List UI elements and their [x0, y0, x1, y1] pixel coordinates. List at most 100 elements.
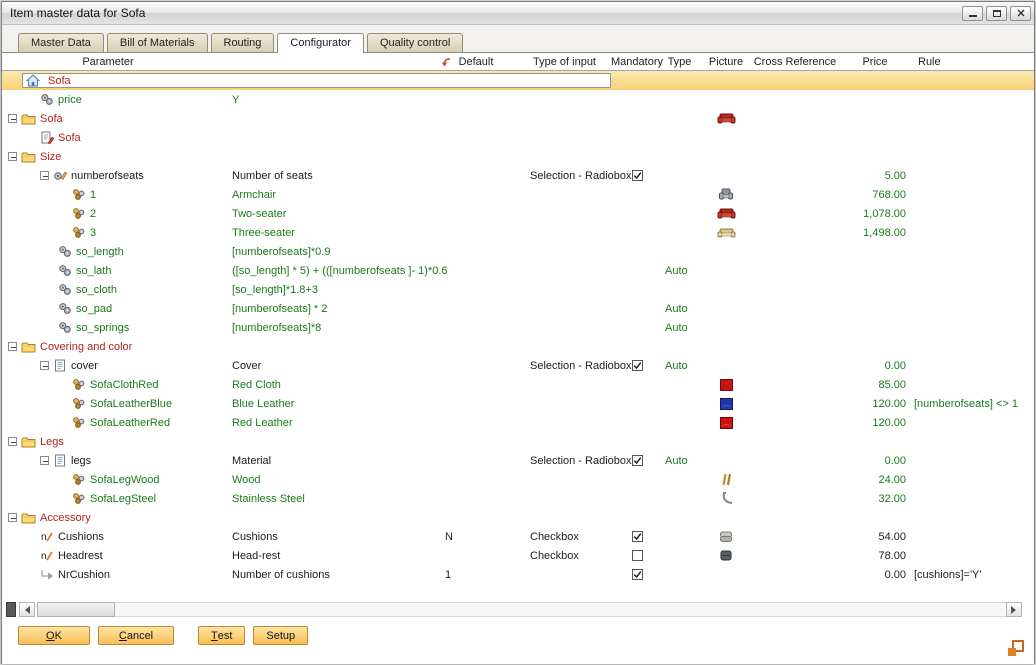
picture-cell: [702, 470, 750, 489]
rule-cell: [910, 90, 1034, 109]
maximize-button[interactable]: [986, 6, 1007, 21]
cancel-button[interactable]: Cancel: [98, 626, 174, 645]
tab-bill-of-materials[interactable]: Bill of Materials: [107, 33, 208, 52]
grid-row[interactable]: Covering and color: [2, 337, 1034, 356]
price-cell: 24.00: [840, 470, 910, 489]
grid-row[interactable]: SofaLegSteelStainless Steel32.00: [2, 489, 1034, 508]
column-header-mandatory[interactable]: Mandatory: [617, 56, 657, 68]
scrollbar-track[interactable]: [115, 602, 1006, 617]
price-cell: [840, 261, 910, 280]
checkbox-checked-icon[interactable]: [632, 455, 643, 466]
default-cell: [422, 451, 512, 470]
horizontal-scrollbar[interactable]: [6, 602, 1022, 617]
grid-row[interactable]: Sofa: [2, 128, 1034, 147]
grid-row[interactable]: Sofa: [2, 109, 1034, 128]
tab-routing[interactable]: Routing: [211, 33, 275, 52]
picture-cell: [702, 546, 750, 565]
tab-master-data[interactable]: Master Data: [18, 33, 104, 52]
column-header-default[interactable]: Default: [422, 56, 512, 68]
test-button[interactable]: Test: [198, 626, 245, 645]
price-value: 0.00: [885, 455, 906, 467]
grid-row[interactable]: SofaLeatherBlueBlue Leather120.00[number…: [2, 394, 1034, 413]
grid-row[interactable]: SofaLegWoodWood24.00: [2, 470, 1034, 489]
column-header-parameter[interactable]: Parameter: [2, 56, 214, 68]
parameter-name: cover: [71, 360, 98, 372]
parameter-cell: 2: [2, 204, 214, 223]
grid-row[interactable]: price Y: [2, 90, 1034, 109]
doc-icon: [53, 359, 67, 372]
parameter-name: price: [58, 94, 82, 106]
checkbox-checked-icon[interactable]: [632, 360, 643, 371]
minimize-button[interactable]: [962, 6, 983, 21]
grid-row[interactable]: coverCoverSelection - RadioboxAuto0.00: [2, 356, 1034, 375]
splitter-handle[interactable]: [6, 602, 16, 617]
tab-quality-control[interactable]: Quality control: [367, 33, 463, 52]
grid-row[interactable]: 1Armchair768.00: [2, 185, 1034, 204]
expand-toggle-icon[interactable]: [8, 342, 17, 351]
mandatory-cell: [617, 508, 657, 527]
type-cell: [657, 546, 702, 565]
picture-cell: [702, 223, 750, 242]
grid-row[interactable]: Legs: [2, 432, 1034, 451]
grid-row[interactable]: numberofseatsNumber of seatsSelection - …: [2, 166, 1034, 185]
grid-row[interactable]: nHeadrestHead-restCheckbox78.00: [2, 546, 1034, 565]
grid-row[interactable]: so_cloth[so_length]*1.8+3: [2, 280, 1034, 299]
expand-toggle-icon[interactable]: [8, 437, 17, 446]
grid-row[interactable]: Sofa: [2, 71, 1034, 90]
description-cell: Y: [214, 90, 422, 109]
tab-configurator[interactable]: Configurator: [277, 33, 364, 53]
expand-toggle-icon[interactable]: [40, 456, 49, 465]
grid-row[interactable]: so_length[numberofseats]*0.9: [2, 242, 1034, 261]
price-value: 0.00: [885, 569, 906, 581]
column-header-type-of-input[interactable]: Type of input: [512, 56, 617, 68]
checkbox-checked-icon[interactable]: [632, 170, 643, 181]
expand-toggle-icon[interactable]: [8, 513, 17, 522]
selected-parameter-editor[interactable]: Sofa: [22, 73, 611, 88]
scroll-right-button[interactable]: [1006, 602, 1022, 617]
grid-row[interactable]: NrCushionNumber of cushions10.00[cushion…: [2, 565, 1034, 584]
ok-button[interactable]: OK: [18, 626, 90, 645]
checkbox-checked-icon[interactable]: [632, 531, 643, 542]
description-cell: [214, 147, 422, 166]
grid-row[interactable]: Accessory: [2, 508, 1034, 527]
expand-toggle-icon[interactable]: [8, 152, 17, 161]
rule-cell: [910, 109, 1034, 128]
scroll-left-button[interactable]: [19, 602, 35, 617]
close-button[interactable]: [1010, 6, 1031, 21]
grid-row[interactable]: so_springs[numberofseats]*8Auto: [2, 318, 1034, 337]
red-leather-picture: [720, 417, 733, 429]
column-header-price[interactable]: Price: [840, 56, 910, 68]
parameter-cell: price: [2, 90, 214, 109]
checkbox-unchecked-icon[interactable]: [632, 550, 643, 561]
setup-button[interactable]: Setup: [253, 626, 308, 645]
grid-row[interactable]: SofaLeatherRedRed Leather120.00: [2, 413, 1034, 432]
expand-toggle-icon[interactable]: [40, 171, 49, 180]
type-of-input-cell: [512, 109, 617, 128]
default-cell: [422, 546, 512, 565]
folder-icon: [21, 341, 36, 353]
picture-cell: [702, 261, 750, 280]
rule-cell: [910, 299, 1034, 318]
title-bar[interactable]: Item master data for Sofa: [2, 2, 1034, 25]
grid-row[interactable]: legsMaterialSelection - RadioboxAuto0.00: [2, 451, 1034, 470]
expand-toggle-icon[interactable]: [40, 361, 49, 370]
grid-row[interactable]: so_lath([so_length] * 5) + (([numberofse…: [2, 261, 1034, 280]
scrollbar-thumb[interactable]: [37, 602, 115, 617]
column-header-picture[interactable]: Picture: [702, 56, 750, 68]
parameter-name: Headrest: [58, 550, 103, 562]
grid-row[interactable]: SofaClothRedRed Cloth85.00: [2, 375, 1034, 394]
grid-row[interactable]: Size: [2, 147, 1034, 166]
form-settings-icon[interactable]: [1008, 640, 1024, 656]
grid-row[interactable]: 2Two-seater1,078.00: [2, 204, 1034, 223]
grid-row[interactable]: nCushionsCushionsNCheckbox54.00: [2, 527, 1034, 546]
column-header-type[interactable]: Type: [657, 56, 702, 68]
column-header-rule[interactable]: Rule: [910, 56, 1034, 68]
grid-row[interactable]: so_pad[numberofseats] * 2Auto: [2, 299, 1034, 318]
column-header-cross-reference[interactable]: Cross Reference: [750, 56, 840, 68]
checkbox-checked-icon[interactable]: [632, 569, 643, 580]
expand-toggle-icon[interactable]: [8, 114, 17, 123]
mandatory-cell: [617, 375, 657, 394]
grid-row[interactable]: 3Three-seater1,498.00: [2, 223, 1034, 242]
description-cell: [numberofseats]*0.9: [214, 242, 422, 261]
option-gears-icon: [72, 492, 86, 505]
